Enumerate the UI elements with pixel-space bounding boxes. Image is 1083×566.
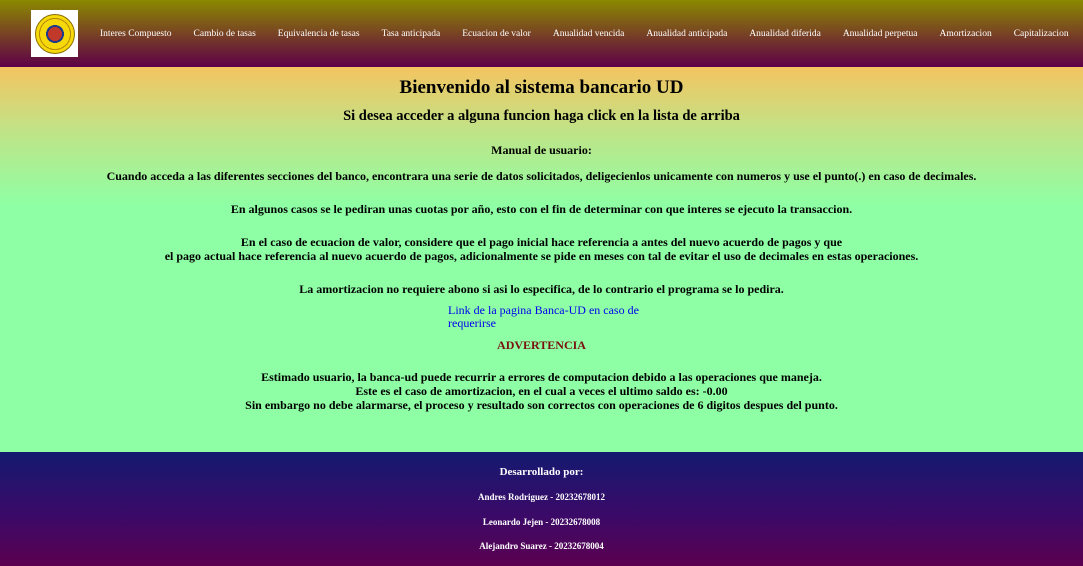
nav-link-anualidad-vencida[interactable]: Anualidad vencida	[542, 29, 636, 39]
nav-link-cambio-de-tasas[interactable]: Cambio de tasas	[183, 29, 267, 39]
footer-author: Leonardo Jejen - 20232678008	[482, 517, 601, 527]
nav-link-amortizacion[interactable]: Amortizacion	[928, 29, 1002, 39]
page-title: Bienvenido al sistema bancario UD	[399, 77, 684, 98]
footer-author: Andres Rodriguez - 20232678012	[477, 492, 606, 502]
nav-link-capitalizacion[interactable]: Capitalizacion	[1003, 29, 1080, 39]
bank-emblem-icon	[34, 13, 75, 54]
top-navbar: Interes Compuesto Cambio de tasas Equiva…	[0, 0, 1083, 67]
manual-paragraph: En el caso de ecuacion de valor, conside…	[240, 235, 843, 249]
manual-paragraph: el pago actual hace referencia al nuevo …	[164, 249, 919, 263]
warning-heading: ADVERTENCIA	[497, 338, 586, 352]
warning-line: Estimado usuario, la banca-ud puede recu…	[261, 370, 822, 384]
warning-line: Sin embargo no debe alarmarse, el proces…	[245, 398, 838, 412]
nav-link-anualidad-perpetua[interactable]: Anualidad perpetua	[832, 29, 929, 39]
nav-link-ecuacion-de-valor[interactable]: Ecuacion de valor	[451, 29, 542, 39]
nav-link-anualidad-anticipada[interactable]: Anualidad anticipada	[635, 29, 738, 39]
footer-title: Desarrollado por:	[499, 466, 584, 478]
warning-line: Este es el caso de amortizacion, en el c…	[355, 384, 728, 398]
manual-heading: Manual de usuario:	[491, 143, 592, 157]
manual-paragraph: Cuando acceda a las diferentes secciones…	[106, 169, 977, 183]
banca-ud-link[interactable]: Link de la pagina Banca-UD en caso de re…	[448, 304, 643, 330]
nav-link-interes-compuesto[interactable]: Interes Compuesto	[89, 29, 183, 39]
page-subtitle: Si desea acceder a alguna funcion haga c…	[343, 108, 740, 124]
nav-links: Interes Compuesto Cambio de tasas Equiva…	[89, 29, 1080, 39]
nav-link-tasa-anticipada[interactable]: Tasa anticipada	[371, 29, 452, 39]
footer: Desarrollado por: Andres Rodriguez - 202…	[0, 452, 1083, 566]
manual-paragraph: En algunos casos se le pediran unas cuot…	[230, 202, 853, 216]
nav-link-equivalencia-de-tasas[interactable]: Equivalencia de tasas	[267, 29, 371, 39]
bank-logo[interactable]	[31, 10, 78, 57]
footer-author: Alejandro Suarez - 20232678004	[479, 541, 604, 551]
nav-link-anualidad-diferida[interactable]: Anualidad diferida	[738, 29, 832, 39]
manual-paragraph: La amortizacion no requiere abono si asi…	[299, 282, 784, 296]
main-content: Bienvenido al sistema bancario UD Si des…	[0, 67, 1083, 452]
